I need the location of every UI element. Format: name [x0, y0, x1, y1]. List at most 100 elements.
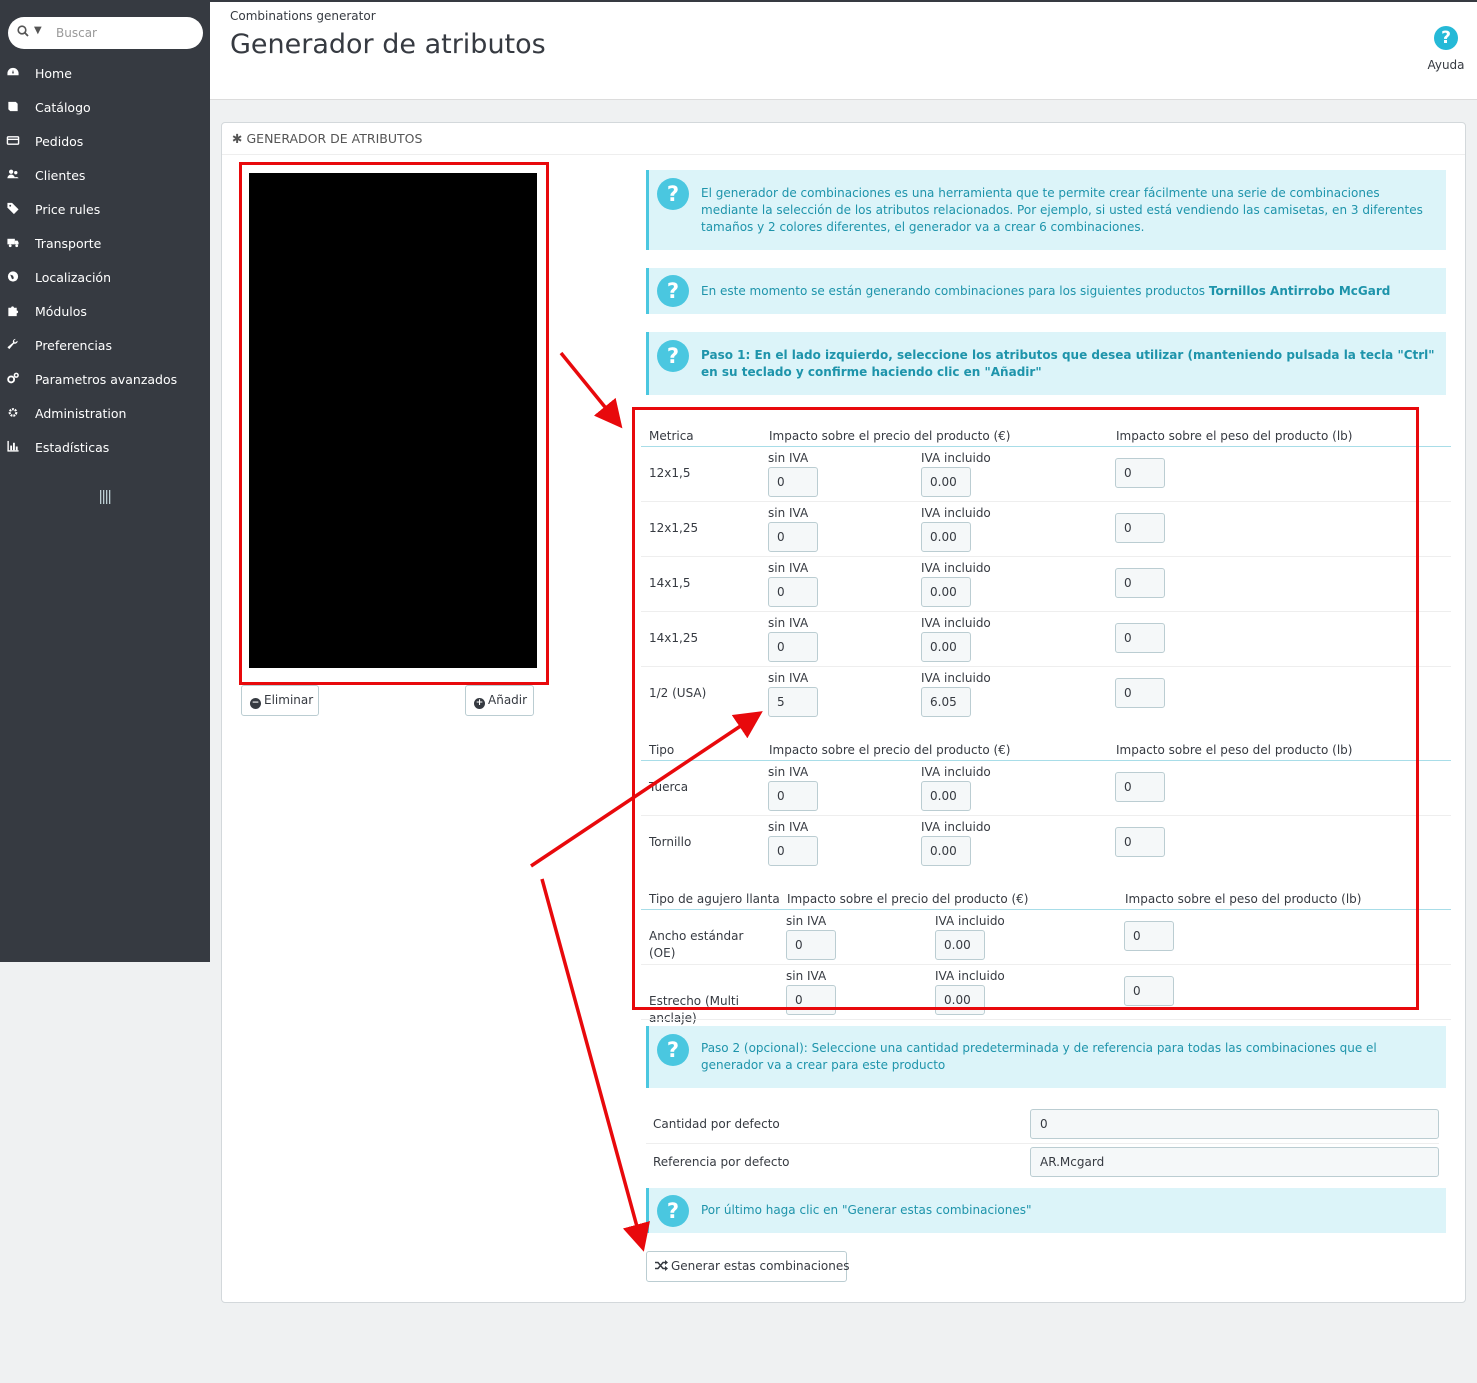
sidebar-item-credit-card[interactable]: Pedidos	[0, 124, 210, 158]
alert-text: Paso 2 (opcional): Seleccione una cantid…	[701, 1041, 1377, 1072]
search-input[interactable]	[56, 23, 196, 43]
weight-impact-input[interactable]	[1115, 458, 1165, 488]
weight-impact-header: Impacto sobre el peso del producto (lb)	[1116, 429, 1353, 443]
sidebar-item-label: Estadísticas	[35, 440, 110, 455]
attribute-select-list[interactable]	[249, 173, 537, 668]
default-reference-input[interactable]	[1030, 1147, 1439, 1177]
tax-excl-label: sin IVA	[768, 820, 809, 834]
default-quantity-input[interactable]	[1030, 1109, 1439, 1139]
weight-impact-input[interactable]	[1124, 921, 1174, 951]
sidebar: ▼ Home Catálogo Pedidos Clientes Price rules…	[0, 2, 210, 962]
header-divider	[641, 760, 1451, 761]
sidebar-item-wrench[interactable]: Preferencias	[0, 328, 210, 362]
weight-impact-header: Impacto sobre el peso del producto (lb)	[1125, 892, 1362, 906]
page-title: Generador de atributos	[230, 29, 546, 60]
plus-circle-icon: +	[474, 698, 485, 709]
bar-chart-icon	[7, 440, 19, 452]
tax-excl-label: sin IVA	[768, 561, 809, 575]
price-tax-excl-input[interactable]	[768, 467, 818, 497]
price-tax-incl-input[interactable]	[921, 467, 971, 497]
breadcrumb[interactable]: Combinations generator	[230, 9, 376, 23]
price-tax-incl-input[interactable]	[921, 836, 971, 866]
sidebar-item-dashboard[interactable]: Home	[0, 56, 210, 90]
panel-heading-label: Generador de atributos	[246, 131, 423, 146]
page-header: Combinations generator Generador de atri…	[210, 2, 1477, 100]
weight-impact-input[interactable]	[1124, 976, 1174, 1006]
quantity-label: Cantidad por defecto	[653, 1117, 780, 1131]
price-tax-excl-input[interactable]	[768, 632, 818, 662]
weight-impact-input[interactable]	[1115, 623, 1165, 653]
question-icon: ?	[1434, 26, 1458, 50]
sidebar-item-bar-chart[interactable]: Estadísticas	[0, 430, 210, 464]
sidebar-item-label: Home	[35, 66, 72, 81]
info-alert-step2: ? Paso 2 (opcional): Seleccione una cant…	[646, 1026, 1446, 1088]
sidebar-item-users[interactable]: Clientes	[0, 158, 210, 192]
cogs-icon	[7, 372, 19, 384]
row-divider	[641, 964, 1451, 965]
chevron-down-icon[interactable]: ▼	[34, 25, 42, 36]
price-tax-incl-input[interactable]	[921, 577, 971, 607]
row-divider	[641, 666, 1451, 667]
weight-impact-header: Impacto sobre el peso del producto (lb)	[1116, 743, 1353, 757]
search-icon[interactable]	[17, 25, 29, 37]
weight-impact-input[interactable]	[1115, 513, 1165, 543]
sidebar-item-globe[interactable]: Localización	[0, 260, 210, 294]
weight-impact-input[interactable]	[1115, 772, 1165, 802]
sidebar-item-tags[interactable]: Price rules	[0, 192, 210, 226]
price-tax-excl-input[interactable]	[768, 577, 818, 607]
price-tax-excl-input[interactable]	[768, 522, 818, 552]
tax-excl-label: sin IVA	[786, 969, 827, 983]
attribute-label: Estrecho (Multi anclaje)	[649, 994, 739, 1025]
attribute-label: 12x1,5	[649, 466, 691, 480]
sidebar-item-label: Pedidos	[35, 134, 84, 149]
price-tax-excl-input[interactable]	[768, 836, 818, 866]
tax-incl-label: IVA incluido	[921, 561, 991, 575]
price-tax-incl-input[interactable]	[921, 781, 971, 811]
price-impact-header: Impacto sobre el precio del producto (€)	[769, 429, 1011, 443]
help-button[interactable]: ? Ayuda	[1420, 26, 1472, 72]
price-tax-excl-input[interactable]	[768, 687, 818, 717]
remove-button[interactable]: − Eliminar	[241, 685, 319, 716]
info-alert-step1: ? Paso 1: En el lado izquierdo, seleccio…	[646, 332, 1446, 395]
tax-incl-label: IVA incluido	[921, 451, 991, 465]
gear-icon	[8, 408, 18, 417]
collapse-menu-icon[interactable]	[99, 490, 111, 504]
price-tax-incl-input[interactable]	[921, 522, 971, 552]
tax-incl-label: IVA incluido	[921, 671, 991, 685]
asterisk-icon: ✱	[232, 131, 243, 146]
generate-combinations-button[interactable]: Generar estas combinaciones	[646, 1251, 850, 1282]
add-button[interactable]: + Añadir	[465, 685, 534, 716]
price-tax-excl-input[interactable]	[786, 930, 836, 960]
tax-incl-label: IVA incluido	[935, 969, 1005, 983]
tax-excl-label: sin IVA	[786, 914, 827, 928]
info-alert-product: ? En este momento se están generando com…	[646, 268, 1446, 314]
group-name: Tipo	[649, 743, 675, 757]
search-box[interactable]: ▼	[8, 17, 203, 49]
alert-text: Paso 1: En el lado izquierdo, seleccione…	[701, 348, 1435, 379]
sidebar-item-cogs[interactable]: Parametros avanzados	[0, 362, 210, 396]
price-tax-incl-input[interactable]	[935, 985, 985, 1015]
price-tax-incl-input[interactable]	[921, 687, 971, 717]
row-divider	[641, 1019, 1451, 1020]
weight-impact-input[interactable]	[1115, 827, 1165, 857]
attribute-label: Tuerca	[649, 780, 689, 794]
tags-icon	[7, 202, 19, 215]
weight-impact-input[interactable]	[1115, 568, 1165, 598]
sidebar-item-label: Price rules	[35, 202, 101, 217]
sidebar-item-label: Administration	[35, 406, 127, 421]
alert-text: El generador de combinaciones es una her…	[701, 186, 1423, 234]
sidebar-item-puzzle[interactable]: Módulos	[0, 294, 210, 328]
price-tax-excl-input[interactable]	[768, 781, 818, 811]
group-name: Metrica	[649, 429, 694, 443]
sidebar-item-label: Módulos	[35, 304, 87, 319]
price-tax-excl-input[interactable]	[786, 985, 836, 1015]
panel-heading: ✱ Generador de atributos	[232, 131, 422, 146]
question-icon: ?	[657, 178, 689, 210]
price-tax-incl-input[interactable]	[935, 930, 985, 960]
sidebar-item-gear[interactable]: Administration	[0, 396, 210, 430]
truck-icon	[7, 238, 19, 248]
price-tax-incl-input[interactable]	[921, 632, 971, 662]
sidebar-item-book[interactable]: Catálogo	[0, 90, 210, 124]
sidebar-item-truck[interactable]: Transporte	[0, 226, 210, 260]
weight-impact-input[interactable]	[1115, 678, 1165, 708]
